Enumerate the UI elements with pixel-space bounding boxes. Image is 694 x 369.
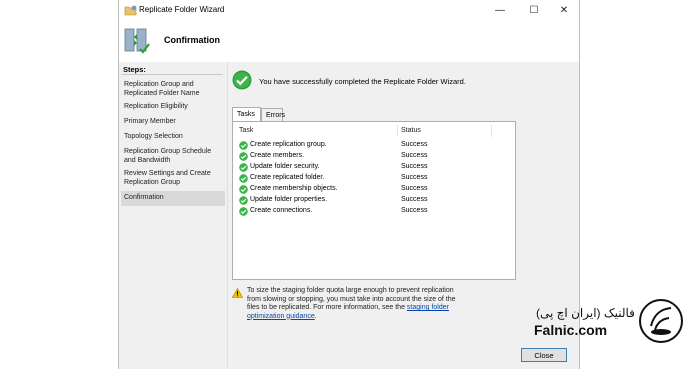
task-row[interactable]: Create replication group. Success [239, 140, 499, 151]
staging-warning-text: To size the staging folder quota large e… [247, 287, 469, 321]
task-row[interactable]: Create membership objects. Success [239, 184, 499, 195]
steps-sidebar: Steps: Replication Group and Replicated … [119, 62, 228, 369]
step-primary-member[interactable]: Primary Member [124, 118, 224, 127]
task-name: Create replicated folder. [250, 174, 325, 181]
step-topology-selection[interactable]: Topology Selection [124, 133, 224, 142]
task-row[interactable]: Create connections. Success [239, 206, 499, 217]
step-confirmation[interactable]: Confirmation [121, 191, 225, 206]
task-name: Update folder security. [250, 163, 320, 170]
step-review-settings[interactable]: Review Settings and Create Replication G… [124, 170, 224, 187]
task-name: Update folder properties. [250, 196, 328, 203]
task-status: Success [401, 174, 428, 181]
success-check-icon [232, 70, 252, 90]
task-name: Create membership objects. [250, 185, 338, 192]
steps-label: Steps: [123, 65, 146, 74]
watermark-persian-text: فالنیک (ایران اچ پی) [536, 306, 635, 320]
success-check-icon [239, 185, 248, 194]
watermark-logo-icon [639, 299, 683, 343]
task-status: Success [401, 185, 428, 192]
task-name: Create replication group. [250, 141, 327, 148]
watermark: فالنیک (ایران اچ پی) Falnic.com [534, 298, 684, 350]
close-icon: ✕ [559, 4, 569, 16]
wizard-app-icon [124, 5, 137, 16]
task-status: Success [401, 152, 428, 159]
close-window-button[interactable]: ✕ [549, 0, 579, 20]
minimize-button[interactable]: — [485, 0, 515, 20]
step-replication-group-name[interactable]: Replication Group and Replicated Folder … [124, 81, 224, 98]
maximize-button[interactable]: ☐ [519, 0, 549, 20]
step-replication-eligibility[interactable]: Replication Eligibility [124, 103, 224, 112]
watermark-site-text: Falnic.com [534, 322, 608, 338]
title-bar: Replicate Folder Wizard — ☐ ✕ [119, 0, 579, 20]
tab-tasks[interactable]: Tasks [232, 107, 261, 122]
task-name: Create connections. [250, 207, 313, 214]
task-name: Create members. [250, 152, 305, 159]
replicate-folder-icon [124, 28, 150, 54]
column-header-status[interactable]: Status [401, 127, 421, 134]
page-title: Confirmation [164, 35, 220, 45]
task-row[interactable]: Create replicated folder. Success [239, 173, 499, 184]
warning-period: . [314, 312, 317, 320]
replicate-folder-wizard-window: Replicate Folder Wizard — ☐ ✕ Confirmati… [118, 0, 580, 369]
success-message: You have successfully completed the Repl… [259, 77, 466, 86]
success-check-icon [239, 207, 248, 216]
success-check-icon [239, 196, 248, 205]
task-row[interactable]: Create members. Success [239, 151, 499, 162]
success-check-icon [239, 174, 248, 183]
wizard-content: You have successfully completed the Repl… [228, 62, 579, 369]
warning-icon [232, 288, 243, 298]
minimize-icon: — [495, 4, 505, 16]
tasks-list: Task Status Create replication group. Su… [232, 121, 516, 280]
close-button[interactable]: Close [521, 348, 567, 362]
tab-errors[interactable]: Errors [261, 108, 285, 121]
column-header-task[interactable]: Task [239, 127, 253, 134]
success-check-icon [239, 152, 248, 161]
task-status: Success [401, 141, 428, 148]
window-title: Replicate Folder Wizard [139, 5, 225, 14]
task-status: Success [401, 207, 428, 214]
steps-divider [121, 74, 223, 75]
column-separator [397, 125, 398, 137]
task-status: Success [401, 196, 428, 203]
step-schedule-bandwidth[interactable]: Replication Group Schedule and Bandwidth [124, 148, 224, 165]
wizard-header: Confirmation [119, 20, 579, 63]
success-check-icon [239, 163, 248, 172]
success-check-icon [239, 141, 248, 150]
task-row[interactable]: Update folder properties. Success [239, 195, 499, 206]
column-separator [491, 125, 492, 137]
maximize-icon: ☐ [529, 4, 539, 16]
task-status: Success [401, 163, 428, 170]
task-row[interactable]: Update folder security. Success [239, 162, 499, 173]
